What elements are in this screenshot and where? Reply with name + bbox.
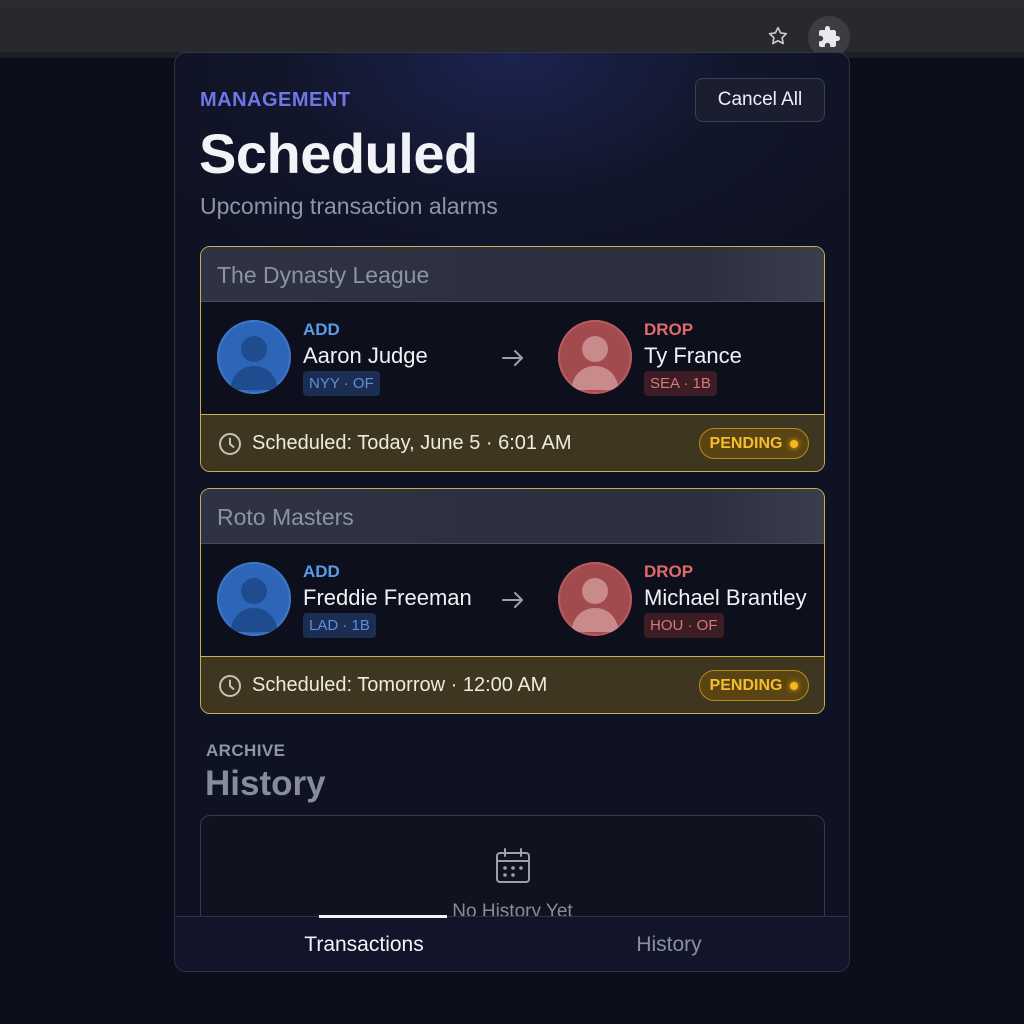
browser-toolbar [0,0,1024,58]
status-dot-icon [790,439,799,448]
active-tab-indicator [319,915,447,918]
drop-player-avatar [558,320,632,394]
transaction-card: The Dynasty League ADD Aaron Judge NYY ·… [200,246,825,472]
league-name: The Dynasty League [217,262,430,288]
status-label: PENDING [709,676,783,694]
bookmark-star-icon[interactable] [762,20,794,52]
clock-icon [219,675,241,697]
section-eyebrow: MANAGEMENT [200,89,351,111]
browser-address-bar[interactable] [0,8,1024,52]
add-player-name: Aaron Judge [303,343,428,368]
schedule-footer: Scheduled: Today, June 5 · 6:01 AM PENDI… [201,414,824,471]
status-badge: PENDING [699,428,809,459]
tab-label: History [636,933,702,956]
cancel-all-button[interactable]: Cancel All [695,78,825,122]
league-header: Roto Masters [201,489,824,544]
page-title: Scheduled [199,122,478,185]
history-title: History [205,764,326,803]
tab-history[interactable]: History [500,917,838,971]
add-label: ADD [303,562,340,581]
add-player-name: Freddie Freeman [303,585,472,610]
drop-player-team: HOU · OF [644,613,724,638]
tab-label: Transactions [304,933,424,956]
transaction-body: ADD Freddie Freeman LAD · 1B DROP Michae… [201,544,824,656]
clock-icon [219,433,241,455]
drop-player-avatar [558,562,632,636]
arrow-right-icon [502,350,523,366]
status-dot-icon [790,681,799,690]
bottom-tab-bar: Transactions History [175,915,849,971]
add-player-team: NYY · OF [303,371,380,396]
league-header: The Dynasty League [201,247,824,302]
schedule-time: Scheduled: Today, June 5 · 6:01 AM [252,432,572,454]
arrow-right-icon [502,592,523,608]
drop-label: DROP [644,320,694,339]
transaction-card: Roto Masters ADD Freddie Freeman LAD · 1… [200,488,825,714]
extension-popup: MANAGEMENT Scheduled Upcoming transactio… [174,52,850,972]
tab-transactions[interactable]: Transactions [195,915,533,971]
status-label: PENDING [709,434,783,452]
drop-player-name: Michael Brantley [644,585,807,610]
add-label: ADD [303,320,340,339]
page-subtitle: Upcoming transaction alarms [200,193,498,219]
add-player-avatar [217,320,291,394]
status-badge: PENDING [699,670,809,701]
add-player-avatar [217,562,291,636]
schedule-time: Scheduled: Tomorrow · 12:00 AM [252,674,548,696]
transaction-body: ADD Aaron Judge NYY · OF DROP Ty France … [201,302,824,414]
drop-label: DROP [644,562,694,581]
calendar-icon [496,848,530,883]
drop-player-team: SEA · 1B [644,371,717,396]
add-player-team: LAD · 1B [303,613,376,638]
archive-eyebrow: ARCHIVE [206,741,286,760]
schedule-footer: Scheduled: Tomorrow · 12:00 AM PENDING [201,656,824,713]
drop-player-name: Ty France [644,343,742,368]
league-name: Roto Masters [217,504,354,530]
